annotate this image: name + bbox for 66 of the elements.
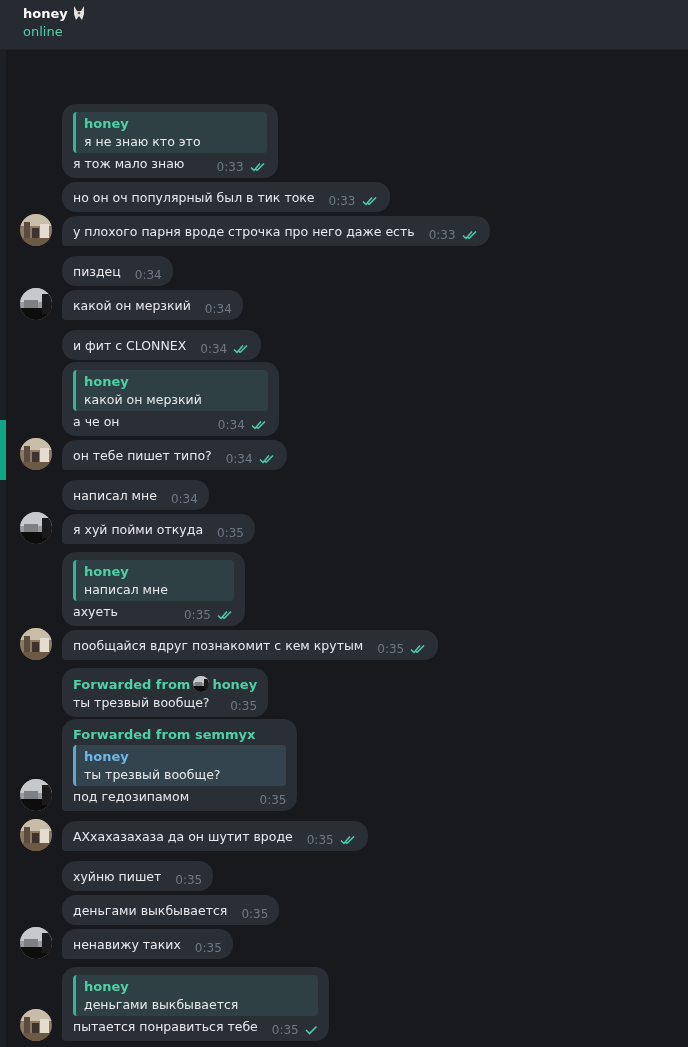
message-text: написал мне — [73, 488, 157, 503]
forwarded-sender[interactable]: honey — [212, 676, 258, 692]
message-time: 0:35 — [259, 793, 287, 807]
message-text: и фит с CLONNEX — [73, 338, 187, 353]
message-time: 0:33 — [216, 160, 244, 174]
chat-title: honey — [23, 5, 68, 21]
forwarded-label: Forwarded from — [73, 676, 191, 692]
message-text: пытается понравиться тебе — [73, 1019, 258, 1034]
reply-author: honey — [84, 979, 130, 994]
message-text: он тебе пишет типо? — [73, 448, 212, 463]
message-time: 0:34 — [225, 452, 253, 466]
message-text: какой он мерзкий — [73, 298, 191, 313]
avatar[interactable] — [20, 214, 52, 246]
avatar[interactable] — [20, 628, 52, 660]
reply-text: ты трезвый вообще? — [84, 767, 221, 782]
selection-indicator — [0, 420, 6, 480]
message-text: я хуй пойми откуда — [73, 522, 204, 537]
message-time: 0:35 — [217, 526, 244, 540]
forwarded-label: Forwarded from semmyx — [73, 727, 256, 742]
message-text: деньгами выкбывается — [73, 903, 228, 918]
avatar[interactable] — [20, 779, 52, 811]
message-time: 0:35 — [306, 833, 334, 847]
message-text: АХхахазахаза да он шутит вроде — [73, 829, 293, 844]
message-text: хуйню пишет — [73, 869, 162, 884]
message-text: ахуеть — [73, 604, 118, 619]
avatar[interactable] — [20, 819, 52, 851]
message-text: я тож мало знаю — [73, 156, 185, 171]
avatar[interactable] — [20, 288, 52, 320]
cat-icon — [71, 5, 86, 21]
avatar[interactable] — [20, 927, 52, 959]
avatar[interactable] — [20, 512, 52, 544]
reply-text: написал мне — [84, 582, 168, 597]
message-time: 0:35 — [271, 1023, 299, 1037]
message-time: 0:34 — [200, 342, 228, 356]
message-text: пиздец — [73, 264, 121, 279]
message-time: 0:35 — [241, 907, 269, 921]
message-text: у плохого парня вроде строчка про него даже есть — [73, 224, 415, 239]
reply-author: honey — [84, 564, 130, 579]
reply-text: я не знаю кто это — [84, 134, 201, 149]
message-text: пообщайся вдруг познакомит с кем крутым — [73, 638, 364, 653]
reply-quote[interactable]: honey ты трезвый вообще? — [73, 745, 287, 786]
message-time: 0:35 — [377, 642, 405, 656]
online-status: online — [23, 24, 64, 39]
message-time: 0:34 — [170, 492, 198, 506]
message-time: 0:34 — [134, 268, 162, 282]
message-time: 0:35 — [175, 873, 203, 887]
reply-author: honey — [84, 749, 130, 764]
avatar[interactable] — [193, 676, 210, 692]
message-text: ненавижу таких — [73, 937, 181, 952]
reply-text: деньгами выкбывается — [84, 997, 240, 1012]
reply-author: honey — [84, 374, 130, 389]
message-time: 0:33 — [328, 194, 356, 208]
avatar[interactable] — [20, 438, 52, 470]
message-text: под гедозипамом — [73, 789, 190, 804]
message-time: 0:35 — [183, 608, 211, 622]
reply-author: honey — [84, 116, 130, 131]
message-text: а че он — [73, 414, 120, 429]
message-time: 0:34 — [217, 418, 245, 432]
message-time: 0:35 — [230, 699, 258, 713]
message-text: но он оч популярный был в тик токе — [73, 190, 315, 205]
avatar[interactable] — [20, 1009, 52, 1041]
message-time: 0:35 — [194, 941, 222, 955]
message-time: 0:34 — [204, 302, 232, 316]
message-text: ты трезвый вообще? — [73, 695, 210, 710]
message-time: 0:33 — [428, 228, 456, 242]
reply-text: какой он мерзкий — [84, 392, 202, 407]
